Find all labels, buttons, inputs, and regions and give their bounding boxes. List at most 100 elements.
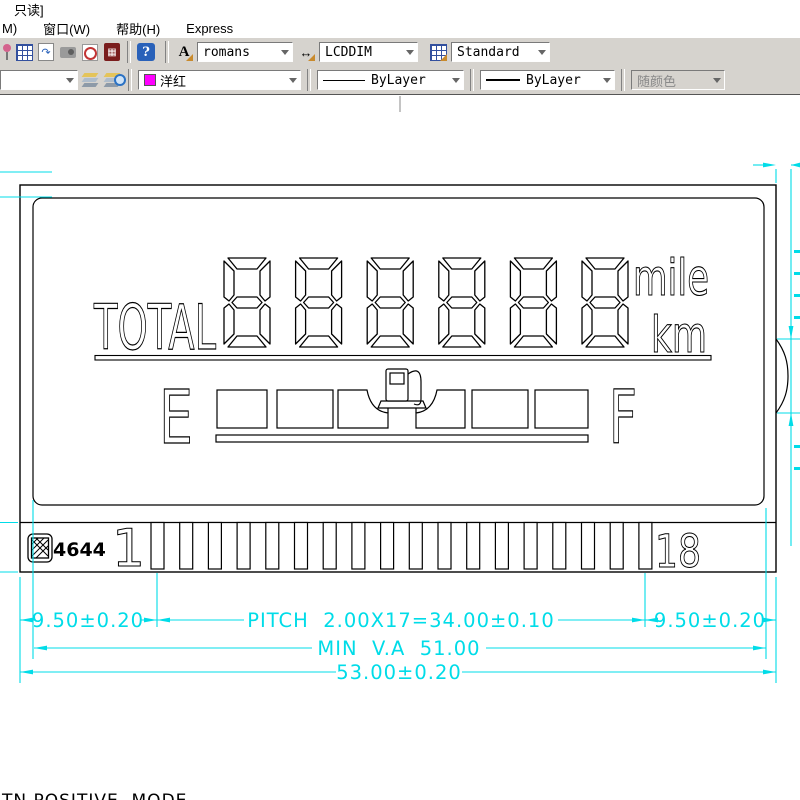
connector-pin (352, 523, 365, 570)
logo-number: 4644 (53, 539, 106, 561)
table-style-value: Standard (457, 45, 520, 60)
table-style-icon[interactable] (428, 42, 448, 62)
help-icon[interactable]: ? (136, 42, 156, 62)
pin-first-label: 1 (112, 519, 145, 579)
window-title: 只读] (14, 3, 44, 18)
layer-states-icon[interactable] (103, 70, 123, 90)
edge-bump-arc (776, 339, 788, 413)
layer-select[interactable] (0, 70, 78, 90)
menu-item-help[interactable]: 帮助(H) (114, 19, 172, 38)
color-select[interactable]: 洋红 (138, 70, 301, 90)
dimension-arrows (20, 163, 800, 675)
connector-pin (180, 523, 193, 570)
dim-min-va: MIN V.A 51.00 (317, 637, 480, 660)
lineweight-value: ByLayer (526, 73, 581, 88)
menu-item-window[interactable]: 窗口(W) (41, 19, 102, 38)
fuel-segment (338, 390, 388, 428)
toolbar-area: ↷ ▦ ? A romans ↔ LCDDIM Standard (0, 38, 800, 95)
connector-pin (381, 523, 394, 570)
pin-last-label: 18 (655, 525, 701, 578)
fuel-underline (216, 435, 588, 442)
total-label: TOTAL (93, 291, 216, 364)
mile-label: mile (633, 249, 709, 307)
connector-pin (553, 523, 566, 570)
mode-note: TN POSITIVE MODE (1, 791, 187, 800)
connector-pin (524, 523, 537, 570)
mapping-icon[interactable]: ↷ (36, 42, 56, 62)
dimension-layer: 9.50±0.20 PITCH 2.00X17=34.00±0.10 9.50±… (0, 163, 800, 684)
menu-item-express[interactable]: Express (184, 21, 245, 36)
text-style-value: romans (203, 45, 250, 60)
chevron-down-icon[interactable] (599, 71, 614, 89)
fuel-gauge-row: E F (159, 369, 637, 461)
separator (307, 69, 311, 91)
dim-overall: 53.00±0.20 (336, 661, 462, 684)
chevron-down-icon[interactable] (448, 71, 463, 89)
statistics-icon[interactable]: ▦ (102, 42, 122, 62)
plot-style-value: 随颜色 (637, 71, 676, 90)
color-value: 洋红 (160, 71, 186, 90)
materials-icon[interactable] (14, 42, 34, 62)
fuel-full-label: F (609, 375, 637, 461)
linetype-value: ByLayer (371, 73, 426, 88)
lights-icon[interactable] (2, 42, 11, 62)
connector-pin (151, 523, 164, 570)
titlebar: 只读] (0, 0, 800, 18)
drawing-canvas[interactable]: TOTAL mile km E F (0, 0, 800, 800)
fuel-pump-icon (378, 369, 426, 413)
seven-segment-digit (296, 258, 342, 347)
dim-pitch: PITCH 2.00X17=34.00±0.10 (247, 609, 554, 632)
layer-previous-icon[interactable] (81, 70, 101, 90)
lineweight-sample (486, 79, 520, 81)
connector-pin (409, 523, 422, 570)
connector-pin (495, 523, 508, 570)
background-icon[interactable] (58, 42, 78, 62)
seven-segment-digit (439, 258, 485, 347)
text-style-icon[interactable]: A (174, 42, 194, 62)
plot-style-select: 随颜色 (631, 70, 725, 90)
odometer-underline (95, 356, 711, 361)
dim-left-margin: 9.50±0.20 (32, 609, 144, 632)
seven-segment-digit (367, 258, 413, 347)
linetype-select[interactable]: ByLayer (317, 70, 464, 90)
connector-pin (610, 523, 623, 570)
seven-segment-digit (582, 258, 628, 347)
separator (165, 41, 169, 63)
seven-segment-digit (510, 258, 556, 347)
window-chrome: 只读] M) 窗口(W) 帮助(H) Express ↷ ▦ ? A roman… (0, 0, 800, 95)
dim-style-select[interactable]: LCDDIM (319, 42, 418, 62)
application-window: { "window": { "title_fragment": "只读]" },… (0, 0, 800, 800)
fuel-segment (217, 390, 267, 428)
fuel-segment (472, 390, 528, 428)
fuel-segment (416, 390, 465, 428)
connector-pin (295, 523, 308, 570)
dim-style-value: LCDDIM (325, 45, 372, 60)
chevron-down-icon[interactable] (277, 43, 292, 61)
chevron-down-icon[interactable] (285, 71, 300, 89)
chevron-down-icon[interactable] (402, 43, 417, 61)
connector-pin (237, 523, 250, 570)
menu-item-m[interactable]: M) (0, 21, 29, 36)
connector-pin (438, 523, 451, 570)
fuel-segment (535, 390, 588, 428)
chevron-down-icon (709, 71, 724, 89)
seven-segment-digit (224, 258, 270, 347)
text-style-select[interactable]: romans (197, 42, 293, 62)
seven-segment-digits (224, 258, 628, 347)
pin-strip: 4644 1 18 (28, 519, 701, 579)
table-style-select[interactable]: Standard (451, 42, 550, 62)
dim-style-icon[interactable]: ↔ (296, 42, 316, 62)
color-swatch (144, 74, 156, 86)
chevron-down-icon[interactable] (534, 43, 549, 61)
fog-icon[interactable] (80, 42, 100, 62)
separator (127, 41, 131, 63)
pins (151, 523, 652, 570)
odometer-row: TOTAL mile km (93, 249, 711, 364)
fuel-empty-label: E (159, 375, 193, 461)
connector-pin (639, 523, 652, 570)
toolbar-row-2: 洋红 ByLayer ByLayer 随颜色 (0, 66, 800, 94)
dim-right-margin: 9.50±0.20 (654, 609, 766, 632)
lineweight-select[interactable]: ByLayer (480, 70, 615, 90)
connector-pin (467, 523, 480, 570)
chevron-down-icon[interactable] (62, 71, 77, 89)
